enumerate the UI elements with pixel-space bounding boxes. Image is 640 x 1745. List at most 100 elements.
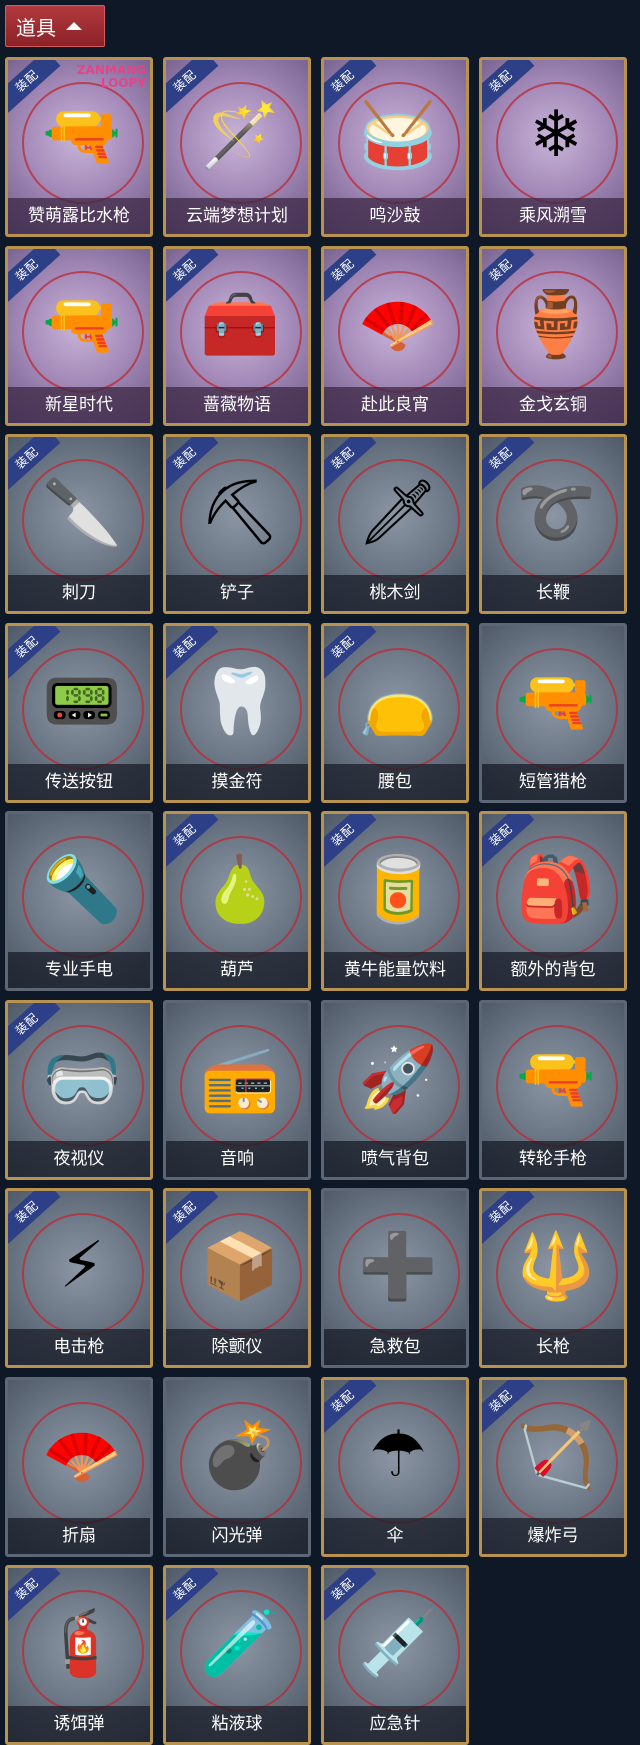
equip-tag: 装配: [166, 60, 219, 113]
item-card[interactable]: 🔫 ZANMANG LOOPY 装配 赞萌露比水枪: [5, 57, 153, 237]
item-name: 摸金符: [166, 764, 308, 800]
item-card[interactable]: 🪭 装配 赴此良宵: [321, 246, 469, 426]
item-card[interactable]: 🪭 折扇: [5, 1377, 153, 1557]
equip-tag: 装配: [482, 814, 535, 867]
equip-tag: 装配: [166, 1568, 219, 1621]
item-card[interactable]: 🍐 装配 葫芦: [163, 811, 311, 991]
item-name: 电击枪: [8, 1329, 150, 1365]
equip-tag-wrap: 装配: [324, 437, 380, 493]
item-card[interactable]: 🔫 短管猎枪: [479, 623, 627, 803]
equip-tag-wrap: 装配: [8, 437, 64, 493]
item-card[interactable]: 🧯 装配 诱饵弹: [5, 1565, 153, 1745]
item-name: 应急针: [324, 1706, 466, 1742]
item-name: 短管猎枪: [482, 764, 624, 800]
equip-tag: 装配: [166, 1191, 219, 1244]
equip-tag: 装配: [324, 1380, 377, 1433]
equip-tag-wrap: 装配: [482, 1380, 538, 1436]
item-card[interactable]: 🥫 装配 黄牛能量饮料: [321, 811, 469, 991]
equip-tag-wrap: 装配: [482, 249, 538, 305]
item-card[interactable]: ❄ 装配 乘风溯雪: [479, 57, 627, 237]
equip-tag-wrap: 装配: [324, 814, 380, 870]
item-card[interactable]: 🔱 装配 长枪: [479, 1188, 627, 1368]
item-card[interactable]: 🧪 装配 粘液球: [163, 1565, 311, 1745]
item-name: 闪光弹: [166, 1518, 308, 1554]
equip-tag: 装配: [324, 249, 377, 302]
item-card[interactable]: 🚀 喷气背包: [321, 1000, 469, 1180]
equip-tag-wrap: 装配: [324, 60, 380, 116]
item-card[interactable]: ⚡ 装配 电击枪: [5, 1188, 153, 1368]
item-card[interactable]: ➰ 装配 长鞭: [479, 434, 627, 614]
item-card[interactable]: 💉 装配 应急针: [321, 1565, 469, 1745]
item-card[interactable]: 🪄 装配 云端梦想计划: [163, 57, 311, 237]
item-card[interactable]: ☂ 装配伞: [321, 1377, 469, 1557]
equip-tag: 装配: [482, 60, 535, 113]
item-name: 刺刀: [8, 575, 150, 611]
equip-tag-wrap: 装配: [8, 1191, 64, 1247]
item-card[interactable]: 🏹 装配 爆炸弓: [479, 1377, 627, 1557]
item-name: 急救包: [324, 1329, 466, 1365]
equip-tag-wrap: 装配: [482, 437, 538, 493]
item-name: 赞萌露比水枪: [8, 198, 150, 234]
equip-tag-wrap: 装配: [8, 626, 64, 682]
item-card[interactable]: 🔪 装配 刺刀: [5, 434, 153, 614]
item-name: 金戈玄铜: [482, 387, 624, 423]
item-card[interactable]: 🥽 装配 夜视仪: [5, 1000, 153, 1180]
item-name: 长鞭: [482, 575, 624, 611]
item-name: 黄牛能量饮料: [324, 952, 466, 988]
item-name: 传送按钮: [8, 764, 150, 800]
equip-tag-wrap: 装配: [8, 249, 64, 305]
brand-watermark: ZANMANG LOOPY: [76, 63, 146, 90]
item-card[interactable]: 🔫 转轮手枪: [479, 1000, 627, 1180]
equip-tag: 装配: [324, 1568, 377, 1621]
first-aid-icon: ➕: [358, 1229, 438, 1304]
item-card[interactable]: 🥁 装配 鸣沙鼓: [321, 57, 469, 237]
equip-tag: 装配: [482, 1380, 535, 1433]
revolver-icon: 🔫: [516, 1041, 596, 1116]
item-card[interactable]: 🎒 装配 额外的背包: [479, 811, 627, 991]
equip-tag-wrap: 装配: [482, 60, 538, 116]
equip-tag-wrap: 装配: [166, 1191, 222, 1247]
item-name: 夜视仪: [8, 1141, 150, 1177]
equip-tag-wrap: 装配: [324, 249, 380, 305]
item-card[interactable]: 🗡 装配 桃木剑: [321, 434, 469, 614]
item-card[interactable]: ⛏ 装配 铲子: [163, 434, 311, 614]
item-card[interactable]: 📟 装配 传送按钮: [5, 623, 153, 803]
equip-tag: 装配: [482, 437, 535, 490]
item-name: 除颤仪: [166, 1329, 308, 1365]
section-header-toggle[interactable]: 道具: [5, 5, 105, 47]
item-name: 折扇: [8, 1518, 150, 1554]
item-card[interactable]: 🧰 装配 蔷薇物语: [163, 246, 311, 426]
equip-tag-wrap: 装配: [8, 1568, 64, 1624]
equip-tag-wrap: 装配: [166, 60, 222, 116]
equip-tag-wrap: 装配: [166, 626, 222, 682]
jetpack-icon: 🚀: [358, 1041, 438, 1116]
item-name: 新星时代: [8, 387, 150, 423]
item-name: 诱饵弹: [8, 1706, 150, 1742]
flashbang-icon: 💣: [200, 1418, 280, 1493]
item-card[interactable]: 📦 装配 除颤仪: [163, 1188, 311, 1368]
item-name: 喷气背包: [324, 1141, 466, 1177]
equip-tag: 装配: [324, 626, 377, 679]
item-name: 葫芦: [166, 952, 308, 988]
equip-tag: 装配: [8, 249, 61, 302]
equip-tag: 装配: [8, 60, 61, 113]
item-name: 鸣沙鼓: [324, 198, 466, 234]
folding-fan-icon: 🪭: [42, 1418, 122, 1493]
flashlight-icon: 🔦: [42, 852, 122, 927]
equip-tag: 装配: [482, 249, 535, 302]
item-name: 腰包: [324, 764, 466, 800]
item-card[interactable]: 💣 闪光弹: [163, 1377, 311, 1557]
item-card[interactable]: 🔦 专业手电: [5, 811, 153, 991]
item-name: 铲子: [166, 575, 308, 611]
item-name: 专业手电: [8, 952, 150, 988]
item-card[interactable]: 🏺 装配 金戈玄铜: [479, 246, 627, 426]
item-name: 长枪: [482, 1329, 624, 1365]
equip-tag-wrap: 装配: [166, 814, 222, 870]
item-card[interactable]: ➕ 急救包: [321, 1188, 469, 1368]
equip-tag-wrap: 装配: [166, 1568, 222, 1624]
equip-tag-wrap: 装配: [482, 1191, 538, 1247]
item-card[interactable]: 🦷 装配 摸金符: [163, 623, 311, 803]
item-card[interactable]: 📻 音响: [163, 1000, 311, 1180]
item-card[interactable]: 👝 装配 腰包: [321, 623, 469, 803]
item-card[interactable]: 🔫 装配 新星时代: [5, 246, 153, 426]
